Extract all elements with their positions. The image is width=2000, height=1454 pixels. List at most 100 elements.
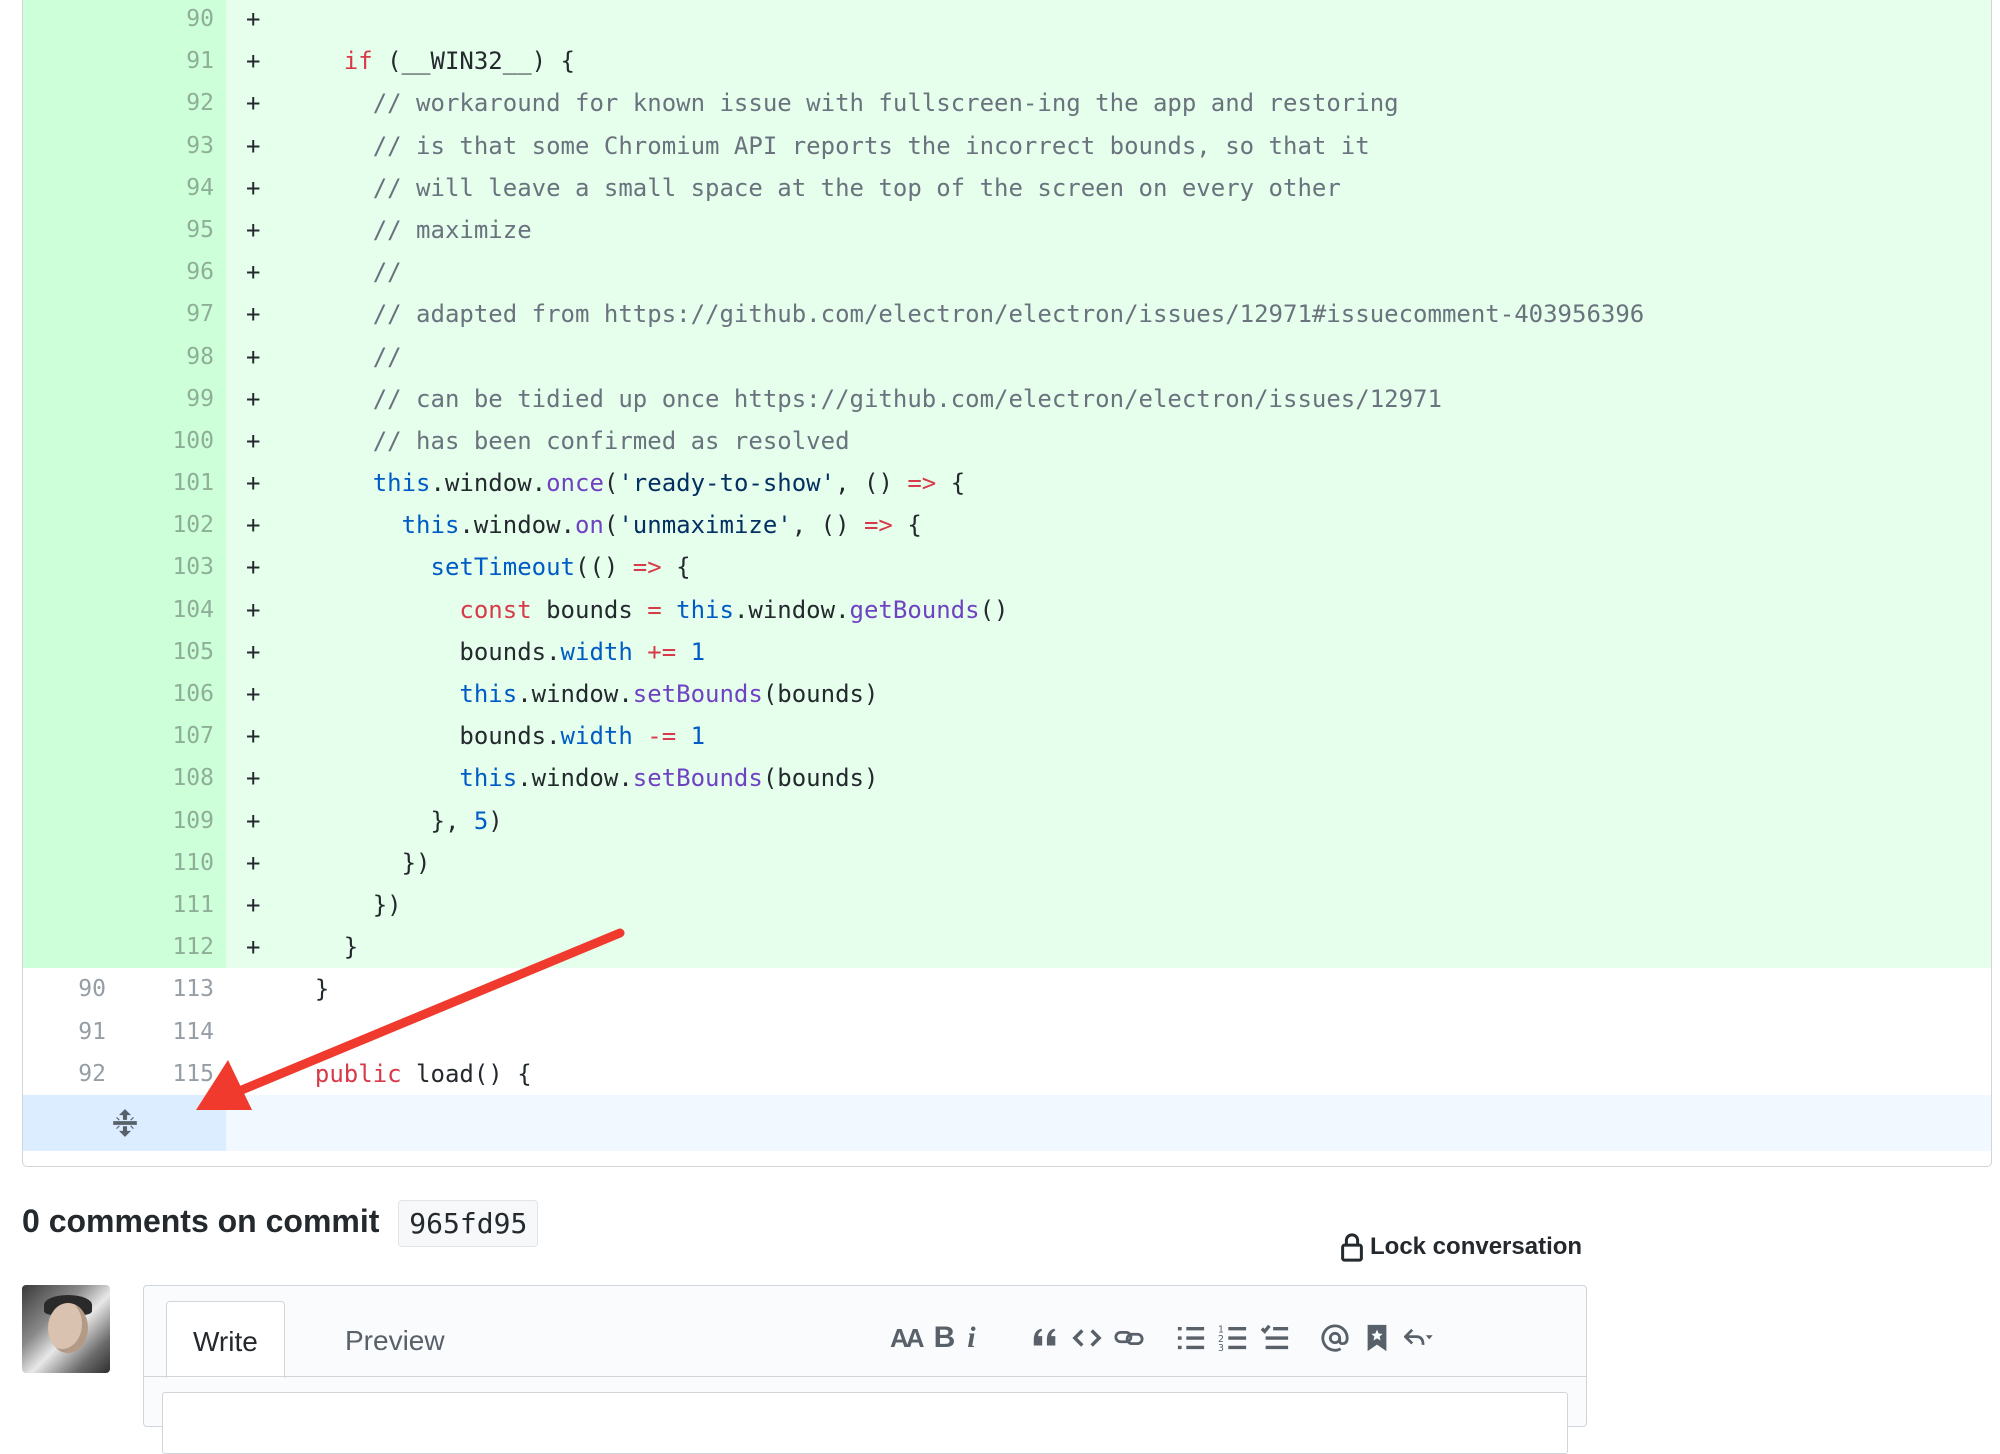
new-line-number[interactable]: 94	[118, 166, 226, 209]
old-line-number[interactable]	[23, 208, 118, 252]
lock-conversation-label: Lock conversation	[1370, 1233, 1583, 1260]
code-line: + }	[226, 926, 1991, 969]
diff-added-line: 96 + //	[23, 251, 1991, 294]
old-line-number[interactable]	[23, 82, 118, 125]
text-size-icon[interactable]: AA	[890, 1318, 925, 1358]
old-line-number[interactable]	[23, 462, 118, 505]
italic-icon[interactable]: i	[967, 1318, 975, 1358]
reply-icon[interactable]	[1404, 1318, 1434, 1358]
code-line: + // can be tidied up once https://githu…	[226, 377, 1991, 420]
diff-added-line: 90 +	[23, 0, 1991, 41]
old-line-number[interactable]	[23, 419, 118, 463]
code-line: + //	[226, 335, 1991, 378]
code-text: //	[372, 258, 402, 287]
old-line-number[interactable]: 90	[23, 968, 118, 1010]
new-line-number[interactable]: 99	[118, 377, 226, 420]
add-marker: +	[246, 89, 261, 118]
task-list-icon[interactable]	[1260, 1318, 1290, 1358]
new-line-number[interactable]: 107	[118, 715, 226, 758]
old-line-number[interactable]	[23, 335, 118, 378]
commit-sha-link[interactable]: 965fd95	[398, 1200, 539, 1247]
old-line-number[interactable]	[23, 757, 118, 800]
new-line-number[interactable]: 104	[118, 588, 226, 631]
diff-added-line: 111 + })	[23, 883, 1991, 927]
old-line-number[interactable]	[23, 546, 118, 589]
old-line-number[interactable]: 91	[23, 1011, 118, 1053]
old-line-number[interactable]	[23, 630, 118, 673]
tab-write[interactable]: Write	[166, 1301, 285, 1378]
old-line-number[interactable]	[23, 166, 118, 209]
add-marker: +	[246, 173, 261, 202]
old-line-number[interactable]	[23, 883, 118, 927]
link-icon[interactable]	[1114, 1318, 1144, 1358]
old-line-number[interactable]	[23, 926, 118, 969]
old-line-number[interactable]	[23, 293, 118, 336]
diff-added-line: 106 + this.window.setBounds(bounds)	[23, 673, 1991, 716]
diff-added-line: 92 + // workaround for known issue with f…	[23, 82, 1991, 125]
new-line-number[interactable]: 105	[118, 630, 226, 673]
add-marker: +	[246, 680, 261, 708]
code-line: + if (__WIN32__) {	[226, 40, 1991, 83]
new-line-number[interactable]: 103	[118, 546, 226, 589]
new-line-number[interactable]: 91	[118, 40, 226, 83]
new-line-number[interactable]: 95	[118, 208, 226, 252]
comment-editor: Write Preview AA B i 123	[143, 1285, 1587, 1454]
new-line-number[interactable]: 106	[118, 673, 226, 716]
old-line-number[interactable]	[23, 588, 118, 631]
new-line-number[interactable]: 98	[118, 335, 226, 378]
tab-preview[interactable]: Preview	[319, 1301, 471, 1375]
old-line-number[interactable]: 92	[23, 1053, 118, 1095]
reference-icon[interactable]	[1362, 1318, 1392, 1358]
numbered-list-icon[interactable]: 123	[1218, 1318, 1248, 1358]
old-line-number[interactable]	[23, 504, 118, 547]
mention-icon[interactable]	[1320, 1318, 1350, 1358]
old-line-number[interactable]	[23, 799, 118, 842]
new-line-number[interactable]: 96	[118, 251, 226, 294]
code-text: bounds.width += 1	[286, 637, 706, 666]
comments-heading: 0 comments on commit 965fd95	[22, 1200, 539, 1247]
expand-lines-button[interactable]	[23, 1094, 226, 1151]
code-line: + this.window.once('ready-to-show', () =…	[226, 462, 1991, 505]
code-text: // can be tidied up once https://github.…	[372, 384, 1442, 413]
diff-added-line: 91 + if (__WIN32__) {	[23, 40, 1991, 83]
new-line-number[interactable]: 108	[118, 757, 226, 800]
new-line-number[interactable]: 113	[118, 968, 226, 1010]
old-line-number[interactable]	[23, 124, 118, 167]
avatar[interactable]	[22, 1285, 110, 1373]
new-line-number[interactable]: 90	[118, 0, 226, 41]
toolbar-list-group: 123	[1170, 1318, 1296, 1358]
new-line-number[interactable]: 114	[118, 1011, 226, 1053]
new-line-number[interactable]: 100	[118, 419, 226, 463]
bold-icon[interactable]: B	[934, 1318, 956, 1358]
new-line-number[interactable]: 110	[118, 841, 226, 884]
new-line-number[interactable]: 111	[118, 883, 226, 927]
old-line-number[interactable]	[23, 673, 118, 716]
new-line-number[interactable]: 92	[118, 82, 226, 125]
quote-icon[interactable]	[1030, 1318, 1060, 1358]
new-line-number[interactable]: 93	[118, 124, 226, 167]
code-text: // workaround for known issue with fulls…	[372, 89, 1399, 118]
old-line-number[interactable]	[23, 251, 118, 294]
add-marker: +	[246, 47, 261, 76]
code-text: // maximize	[372, 215, 532, 244]
new-line-number[interactable]: 112	[118, 926, 226, 969]
bulleted-list-icon[interactable]	[1176, 1318, 1206, 1358]
old-line-number[interactable]	[23, 377, 118, 420]
old-line-number[interactable]	[23, 715, 118, 758]
code-line: + }, 5)	[226, 799, 1991, 842]
toolbar-insert-group	[1024, 1318, 1150, 1358]
old-line-number[interactable]	[23, 0, 118, 41]
comment-textarea[interactable]	[162, 1392, 1568, 1454]
code-text: this.window.setBounds(bounds)	[459, 764, 879, 793]
lock-conversation-button[interactable]: Lock conversation	[1340, 1232, 1582, 1262]
new-line-number[interactable]: 109	[118, 799, 226, 842]
diff-added-line: 102 + this.window.on('unmaximize', () => …	[23, 504, 1991, 547]
code-icon[interactable]	[1072, 1318, 1102, 1358]
new-line-number[interactable]: 102	[118, 504, 226, 547]
new-line-number[interactable]: 101	[118, 462, 226, 505]
new-line-number[interactable]: 97	[118, 293, 226, 336]
old-line-number[interactable]	[23, 40, 118, 83]
old-line-number[interactable]	[23, 841, 118, 884]
code-text: })	[286, 890, 402, 919]
new-line-number[interactable]: 115	[118, 1053, 226, 1095]
